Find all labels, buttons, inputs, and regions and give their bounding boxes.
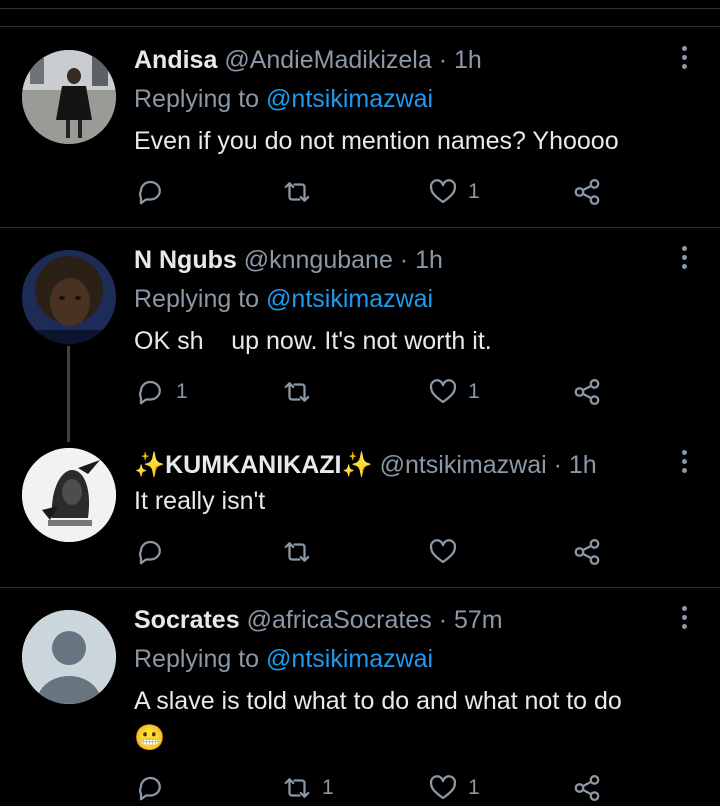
share-button[interactable]: [572, 534, 602, 570]
tweet-actions: 1 1: [0, 374, 720, 410]
retweet-icon: [284, 778, 310, 798]
tweet-text: Even if you do not mention names? Yhoooo: [134, 127, 619, 155]
like-count: 1: [468, 180, 480, 203]
tweet-text: A slave is told what to do and what not …: [134, 687, 622, 715]
tweet-header: Socrates @africaSocrates · 57m: [134, 605, 503, 635]
like-count: 1: [468, 380, 480, 403]
tweet-header: ✨KUMKANIKAZI✨ @ntsikimazwai · 1h: [134, 450, 597, 480]
retweet-icon: [284, 182, 310, 202]
tweet-kumkanikazi[interactable]: ✨KUMKANIKAZI✨ @ntsikimazwai · 1h It real…: [0, 428, 720, 588]
retweet-icon: [284, 542, 310, 562]
avatar[interactable]: [22, 448, 116, 542]
share-button[interactable]: [572, 770, 602, 806]
like-icon: [429, 775, 457, 800]
tweet-andisa[interactable]: Andisa @AndieMadikizela · 1h Replying to…: [0, 28, 720, 226]
user-handle[interactable]: @AndieMadikizela: [224, 46, 431, 74]
tweet-text: OK sh up now. It's not worth it.: [134, 327, 492, 355]
display-name[interactable]: Socrates: [134, 606, 240, 634]
more-icon[interactable]: [676, 246, 692, 274]
share-icon: [574, 775, 600, 801]
reply-count: 1: [176, 380, 188, 403]
tweet-actions: 1 1: [0, 770, 720, 806]
like-icon: [429, 379, 457, 404]
retweet-button[interactable]: [282, 374, 322, 410]
grimace-emoji: 😬: [134, 724, 166, 752]
share-icon: [574, 179, 600, 205]
replying-to-label: Replying to: [134, 85, 260, 113]
divider: [0, 8, 720, 9]
avatar[interactable]: [22, 50, 116, 144]
retweet-button[interactable]: [282, 534, 322, 570]
replying-to: Replying to @ntsikimazwai: [134, 644, 433, 674]
retweet-button[interactable]: [282, 174, 322, 210]
divider: [0, 26, 720, 27]
user-handle[interactable]: @knngubane: [244, 246, 393, 274]
timestamp[interactable]: · 1h: [400, 246, 443, 274]
tweet-socrates[interactable]: Socrates @africaSocrates · 57m Replying …: [0, 588, 720, 801]
more-icon[interactable]: [676, 606, 692, 634]
replying-to-label: Replying to: [134, 285, 260, 313]
tweet-text: It really isn't: [134, 487, 266, 515]
like-icon: [429, 539, 457, 564]
display-name[interactable]: ✨KUMKANIKAZI✨: [134, 451, 373, 479]
reply-icon: [139, 540, 161, 565]
like-button[interactable]: [428, 534, 468, 570]
timestamp[interactable]: · 1h: [439, 46, 482, 74]
more-icon[interactable]: [676, 450, 692, 478]
user-handle[interactable]: @africaSocrates: [247, 606, 432, 634]
reply-icon: [139, 180, 161, 205]
retweet-icon: [284, 382, 310, 402]
reply-icon: [139, 776, 161, 801]
reply-button[interactable]: [136, 174, 176, 210]
like-icon: [429, 179, 457, 204]
retweet-button[interactable]: 1: [282, 770, 334, 806]
replying-to: Replying to @ntsikimazwai: [134, 84, 433, 114]
share-icon: [574, 539, 600, 565]
avatar[interactable]: [22, 610, 116, 704]
tweet-actions: 1: [0, 174, 720, 210]
replying-to-label: Replying to: [134, 645, 260, 673]
retweet-count: 1: [322, 776, 334, 799]
display-name[interactable]: N Ngubs: [134, 246, 237, 274]
timestamp[interactable]: · 57m: [439, 606, 503, 634]
replying-to: Replying to @ntsikimazwai: [134, 284, 433, 314]
tweet-header: N Ngubs @knngubane · 1h: [134, 245, 443, 275]
reply-button[interactable]: 1: [136, 374, 188, 410]
like-button[interactable]: 1: [428, 770, 480, 806]
mention-link[interactable]: @ntsikimazwai: [266, 85, 433, 113]
like-button[interactable]: 1: [428, 374, 480, 410]
share-button[interactable]: [572, 374, 602, 410]
avatar[interactable]: [22, 250, 116, 344]
reply-icon: [139, 380, 161, 405]
user-handle[interactable]: @ntsikimazwai: [380, 451, 547, 479]
timestamp[interactable]: · 1h: [554, 451, 597, 479]
tweet-actions: [0, 534, 720, 570]
reply-button[interactable]: [136, 770, 176, 806]
share-icon: [574, 379, 600, 405]
display-name[interactable]: Andisa: [134, 46, 217, 74]
reply-button[interactable]: [136, 534, 176, 570]
tweet-n-ngubs[interactable]: N Ngubs @knngubane · 1h Replying to @nts…: [0, 228, 720, 442]
tweet-header: Andisa @AndieMadikizela · 1h: [134, 45, 482, 75]
mention-link[interactable]: @ntsikimazwai: [266, 285, 433, 313]
like-button[interactable]: 1: [428, 174, 480, 210]
like-count: 1: [468, 776, 480, 799]
share-button[interactable]: [572, 174, 602, 210]
mention-link[interactable]: @ntsikimazwai: [266, 645, 433, 673]
more-icon[interactable]: [676, 46, 692, 74]
